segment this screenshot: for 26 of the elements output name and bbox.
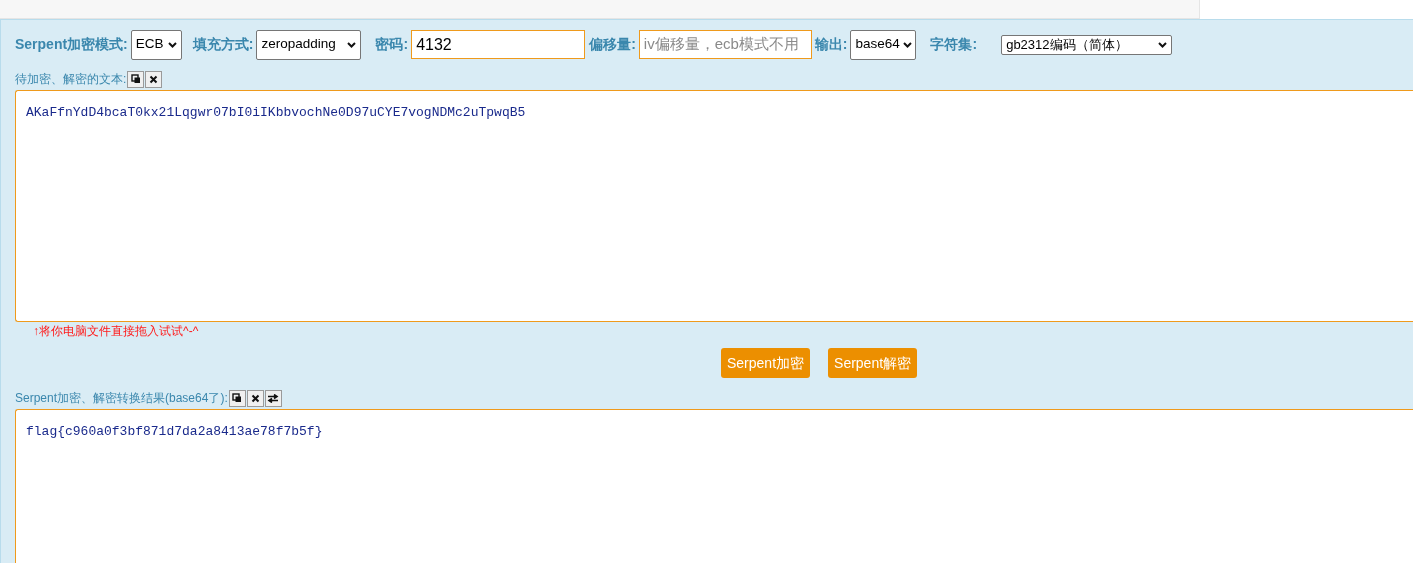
close-icon[interactable] <box>145 70 163 88</box>
copy-icon[interactable] <box>127 70 145 88</box>
dropdown[interactable]: ECB <box>130 29 182 60</box>
field-label: 填充方式: <box>192 35 254 54</box>
text-area[interactable]: flag{c960a0f3bf871d7da2a8413ae78f7b5f} <box>15 409 1413 563</box>
text-area[interactable]: AKaFfnYdD4bcaT0kx21Lqgwr07bI0iIKbbvochNe0D97uCYE7vogNDMc2uTpwqB5 <box>15 90 1413 322</box>
dropdown[interactable]: gb2312编码（简体） <box>1001 34 1173 55</box>
hint-text: ↑将你电脑文件直接拖入试试^-^ <box>33 323 199 340</box>
input-field[interactable]: 4132 <box>411 30 586 59</box>
swap-icon[interactable] <box>264 389 282 407</box>
caret-icon <box>902 41 912 48</box>
field-label: 字符集: <box>930 35 978 54</box>
dropdown[interactable]: zeropadding <box>256 29 362 60</box>
caret-icon <box>167 41 177 48</box>
caret-icon <box>1158 41 1168 48</box>
input-field[interactable]: iv偏移量，ecb模式不用 <box>638 30 812 59</box>
field-label: 密码: <box>375 35 409 54</box>
field-label: Serpent加密模式: <box>15 35 128 54</box>
caret-icon <box>347 41 357 48</box>
dropdown[interactable]: base64 <box>850 29 917 60</box>
section-label: 待加密、解密的文本: <box>15 71 127 88</box>
section-label: Serpent加密、解密转换结果(base64了): <box>15 390 228 407</box>
field-label: 输出: <box>814 35 848 54</box>
close-icon[interactable] <box>246 389 264 407</box>
field-label: 偏移量: <box>589 35 636 54</box>
copy-icon[interactable] <box>228 389 246 407</box>
